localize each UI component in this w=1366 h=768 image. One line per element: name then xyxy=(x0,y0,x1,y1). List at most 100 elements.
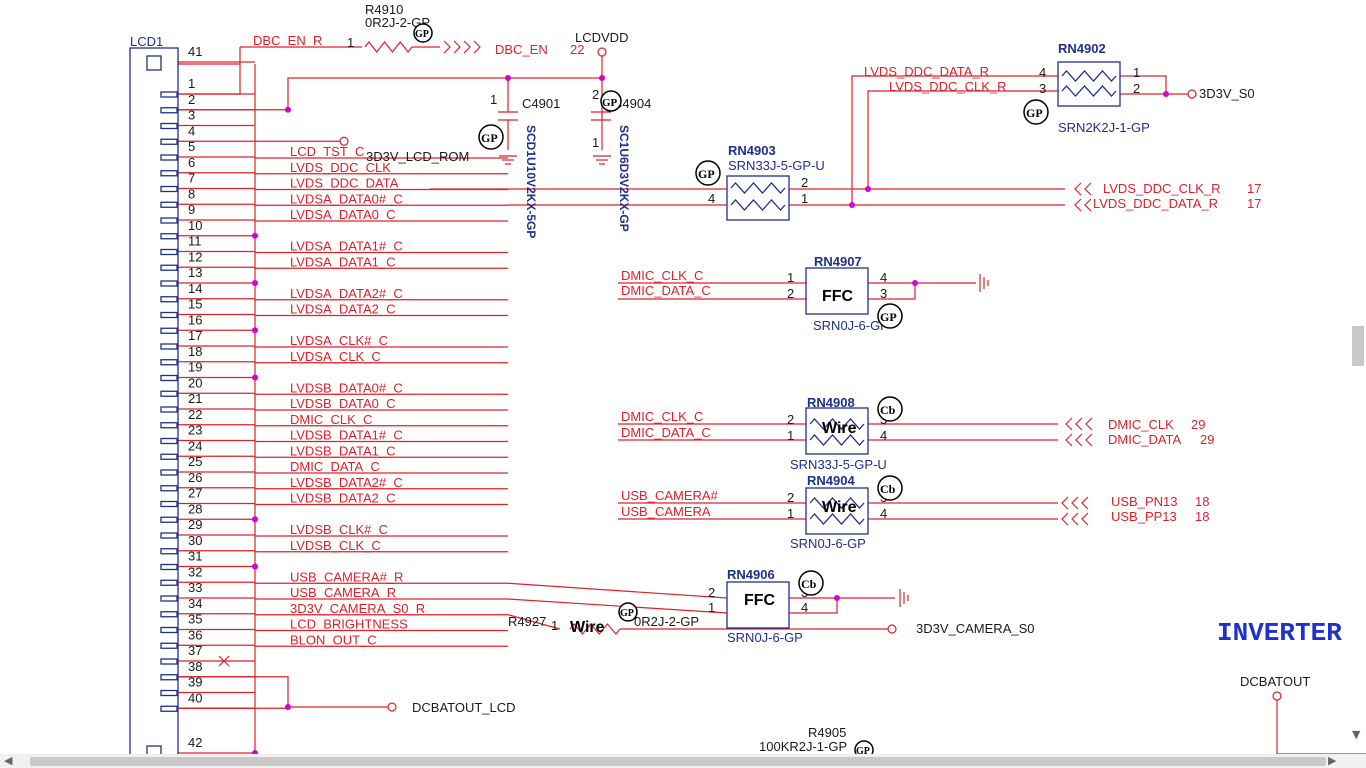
stamp-cb-rn4908: Cb xyxy=(877,396,903,422)
connector-net-label: 3D3V_CAMERA_S0_R xyxy=(290,601,425,616)
connector-pin xyxy=(160,689,178,697)
connector-pin-number: 1 xyxy=(188,76,195,91)
offpage-chevron xyxy=(1075,417,1083,431)
net-usb-camera: USB_CAMERA xyxy=(621,504,711,519)
page-ref-18b: 18 xyxy=(1195,509,1209,524)
connector-pin xyxy=(160,674,178,681)
offpage-chevron xyxy=(1071,512,1079,526)
rn4904-pin1: 1 xyxy=(787,506,794,521)
c4901-pin: 1 xyxy=(490,92,497,107)
power-3d3v-camera-s0: 3D3V_CAMERA_S0 xyxy=(916,621,1035,636)
connector-net-label: LVDSA_DATA1#_C xyxy=(290,239,403,254)
rn4908-part: SRN33J-5-GP-U xyxy=(790,457,887,472)
connector-pin xyxy=(160,138,178,145)
page-ref-17b: 17 xyxy=(1247,196,1261,211)
c4901-ref: C4901 xyxy=(522,96,560,111)
connector-pin xyxy=(160,516,178,523)
junction-dot xyxy=(865,186,871,192)
wire xyxy=(1120,75,1167,94)
rn4907-pin4: 4 xyxy=(880,270,887,285)
rn4904-label: Wire xyxy=(822,499,857,516)
connector-pin-number: 15 xyxy=(188,297,202,312)
connector-net-label: LVDSB_DATA0_C xyxy=(290,396,396,411)
rn4906-pin2: 2 xyxy=(708,585,715,600)
connector-pin-number: 23 xyxy=(188,423,202,438)
connector-net-label: LVDSB_DATA0#_C xyxy=(290,380,403,395)
net-dmic-data: DMIC_DATA xyxy=(1108,432,1182,447)
rn4902-pin4: 4 xyxy=(1039,65,1046,80)
connector-net-label: USB_CAMERA_R xyxy=(290,585,396,600)
connector-pin-number: 9 xyxy=(188,202,195,217)
stamp-gp-c4901: GP xyxy=(478,124,504,150)
r4905-value: 100KR2J-1-GP xyxy=(759,739,847,754)
connector-pin-number: 25 xyxy=(188,454,202,469)
net-lvds-ddc-data-r: LVDS_DDC_DATA_R xyxy=(1093,196,1218,211)
vertical-scrollbar-thumb[interactable] xyxy=(1352,326,1364,366)
junction-dot xyxy=(252,563,258,570)
rn4904-pin4: 4 xyxy=(880,506,887,521)
connector-pin xyxy=(160,311,178,319)
junction-dot xyxy=(285,704,291,710)
dcbatout-label: DCBATOUT xyxy=(1240,674,1310,689)
connector-pin-number: 37 xyxy=(188,643,202,658)
svg-text:GP: GP xyxy=(481,131,498,145)
c4904-pin1: 1 xyxy=(592,135,599,150)
offpage-chevron xyxy=(1061,512,1069,526)
port-circle xyxy=(887,624,897,634)
r4927-value: 0R2J-2-GP xyxy=(634,614,699,629)
connector-pin-number: 35 xyxy=(188,612,202,627)
connector-pin-number: 17 xyxy=(188,328,202,343)
horizontal-scrollbar-thumb[interactable] xyxy=(30,757,1326,766)
rn4906-part: SRN0J-6-GP xyxy=(727,630,803,645)
rn4907-pin2: 2 xyxy=(787,286,794,301)
scroll-left-arrow-icon[interactable]: ◀ xyxy=(4,754,12,767)
svg-text:GP: GP xyxy=(1026,106,1043,120)
junction-dot xyxy=(1163,91,1169,97)
connector-pin-number: 20 xyxy=(188,375,202,390)
connector-net-label: LVDS_DDC_CLK xyxy=(290,160,391,175)
scroll-right-arrow-icon[interactable]: ▶ xyxy=(1328,754,1336,767)
connector-pin xyxy=(160,107,178,114)
connector-net-label: LVDSA_CLK_C xyxy=(290,349,381,364)
net-usb-pp13: USB_PP13 xyxy=(1111,509,1177,524)
rn4907-pin1: 1 xyxy=(787,270,794,285)
connector-net-label: LVDSB_CLK#_C xyxy=(290,522,388,537)
offpage-chevron xyxy=(1061,496,1069,510)
connector-net-label: LCD_TST_C xyxy=(290,144,364,159)
rn4902-pin2: 2 xyxy=(1133,81,1140,96)
page-ref-29b: 29 xyxy=(1200,432,1214,447)
schematic-viewer: LCD1 DBC_EN_R R4910 0R2J-2-GP 1 DBC_EN 2… xyxy=(0,0,1366,768)
connector-pin xyxy=(160,233,178,240)
connector-pin-number: 22 xyxy=(188,407,202,422)
r4927-pin1: 1 xyxy=(551,618,558,633)
connector-pin-number: 32 xyxy=(188,564,202,579)
resistor-zigzag xyxy=(730,182,786,194)
rn4902-part: SRN2K2J-1-GP xyxy=(1058,120,1150,135)
wire xyxy=(789,598,838,614)
connector-pin xyxy=(160,705,178,712)
connector-net-label: LVDSA_DATA0#_C xyxy=(290,191,403,206)
connector-pin-number: 24 xyxy=(188,438,202,453)
c4904-pin2: 2 xyxy=(592,87,599,102)
net-dbc-en: DBC_EN xyxy=(495,42,548,57)
wire xyxy=(851,75,1058,205)
rn4908-ref: RN4908 xyxy=(807,395,855,410)
offpage-chevron xyxy=(1085,417,1093,431)
offpage-chevron xyxy=(1084,198,1092,212)
connector-net-label: LVDSB_DATA1#_C xyxy=(290,428,403,443)
junction-dot xyxy=(834,595,840,601)
offpage-chevron xyxy=(1075,433,1083,447)
r4927-label: Wire xyxy=(570,619,605,636)
connector-pin xyxy=(160,91,178,98)
connector-pin xyxy=(160,122,178,130)
connector-pin-number: 41 xyxy=(188,44,202,59)
connector-pin xyxy=(160,611,178,618)
svg-text:GP: GP xyxy=(602,97,618,109)
connector-pin xyxy=(160,563,178,571)
rn4908-pin4: 4 xyxy=(880,428,887,443)
stamp-gp-rn4902: GP xyxy=(1023,99,1049,125)
c4904-part: SC1U6D3V2KX-GP xyxy=(617,125,631,232)
scroll-down-arrow-icon[interactable]: ▼ xyxy=(1352,728,1360,741)
connector-pin xyxy=(160,453,178,460)
connector-pin xyxy=(160,579,178,586)
